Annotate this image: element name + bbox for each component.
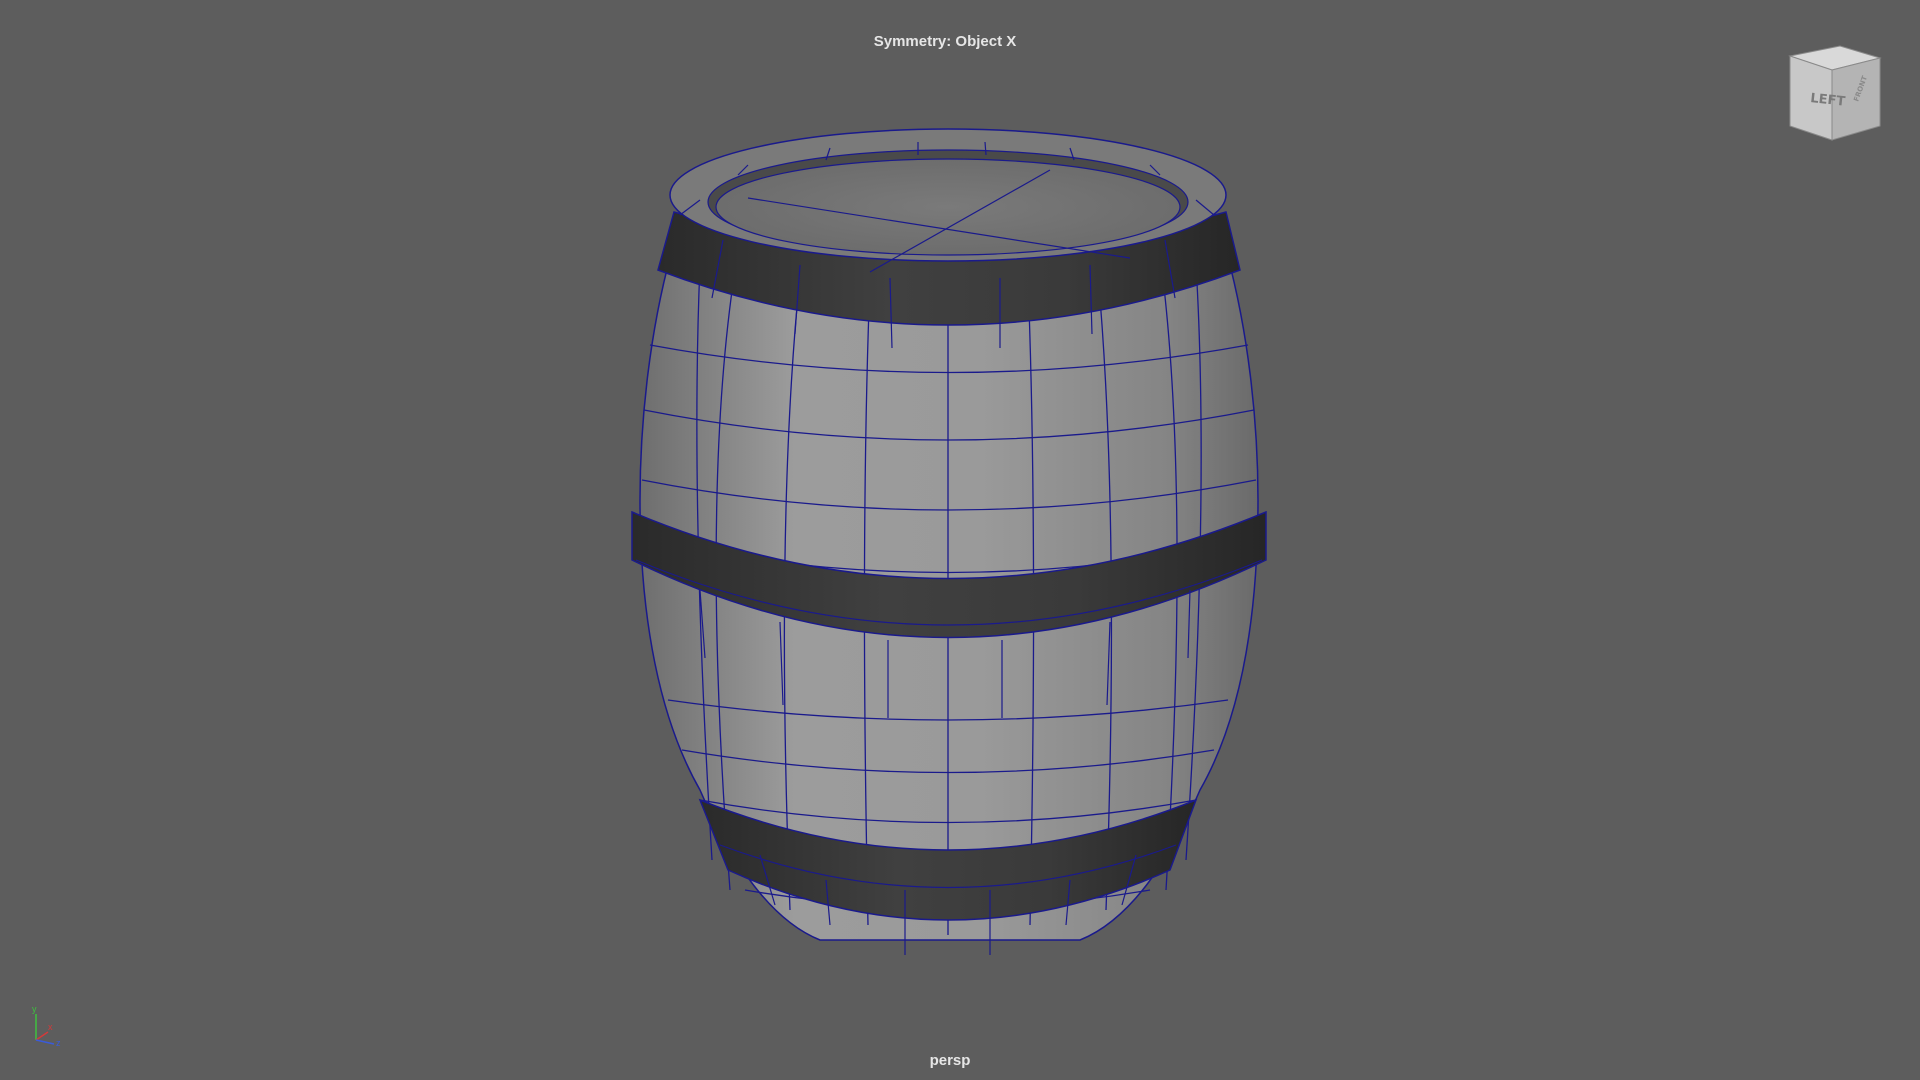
- barrel-lid: [715, 158, 1181, 256]
- axis-y-label: y: [32, 1004, 37, 1014]
- barrel-mesh[interactable]: [0, 0, 1920, 1080]
- maya-perspective-viewport[interactable]: Symmetry: Object X LEFT FRONT y x z pers…: [0, 0, 1920, 1080]
- axis-z-label: z: [56, 1038, 61, 1048]
- camera-name-label: persp: [929, 1052, 971, 1069]
- view-cube-icon[interactable]: LEFT FRONT: [1780, 38, 1890, 148]
- axis-x-label: x: [48, 1022, 53, 1032]
- axis-gizmo-icon: y x z: [32, 1004, 61, 1048]
